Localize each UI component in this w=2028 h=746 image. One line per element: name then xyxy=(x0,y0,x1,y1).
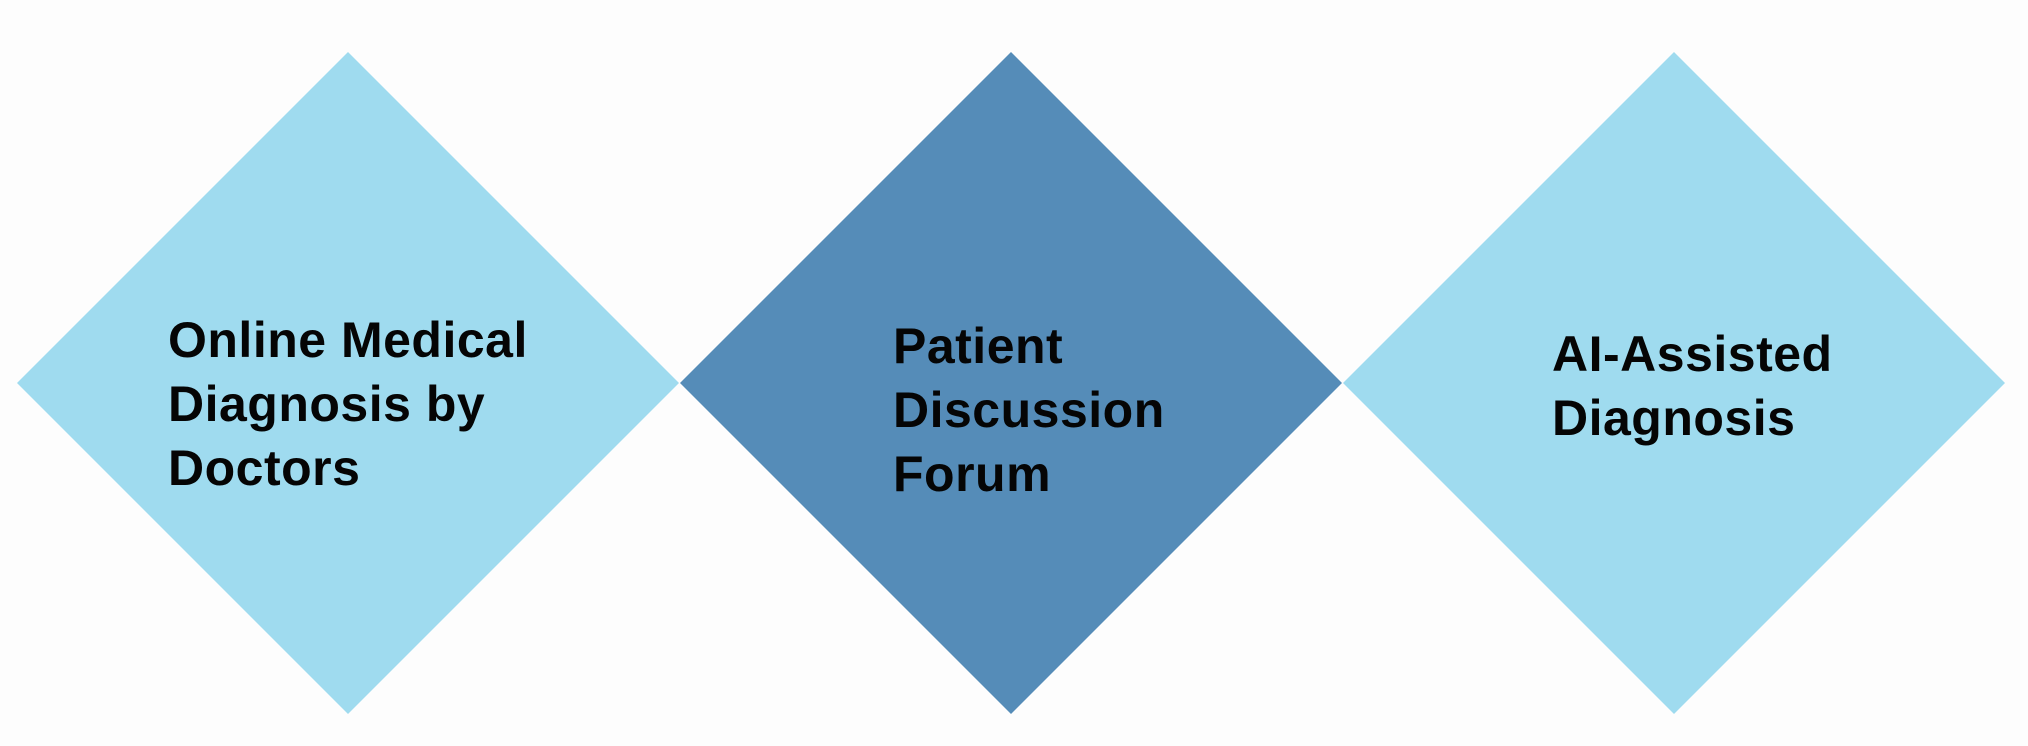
label-line: Patient xyxy=(893,318,1064,374)
label-line: Forum xyxy=(893,446,1052,502)
label-online-medical-diagnosis: Online Medical Diagnosis by Doctors xyxy=(168,308,588,500)
label-line: Doctors xyxy=(168,440,361,496)
label-line: Diagnosis by xyxy=(168,376,486,432)
label-line: Discussion xyxy=(893,382,1165,438)
label-line: Diagnosis xyxy=(1552,390,1796,446)
diagram-canvas: Online Medical Diagnosis by Doctors Pati… xyxy=(0,0,2028,746)
label-patient-discussion-forum: Patient Discussion Forum xyxy=(893,314,1213,506)
label-ai-assisted-diagnosis: AI-Assisted Diagnosis xyxy=(1552,322,1892,450)
label-line: Online Medical xyxy=(168,312,528,368)
label-line: AI-Assisted xyxy=(1552,326,1833,382)
